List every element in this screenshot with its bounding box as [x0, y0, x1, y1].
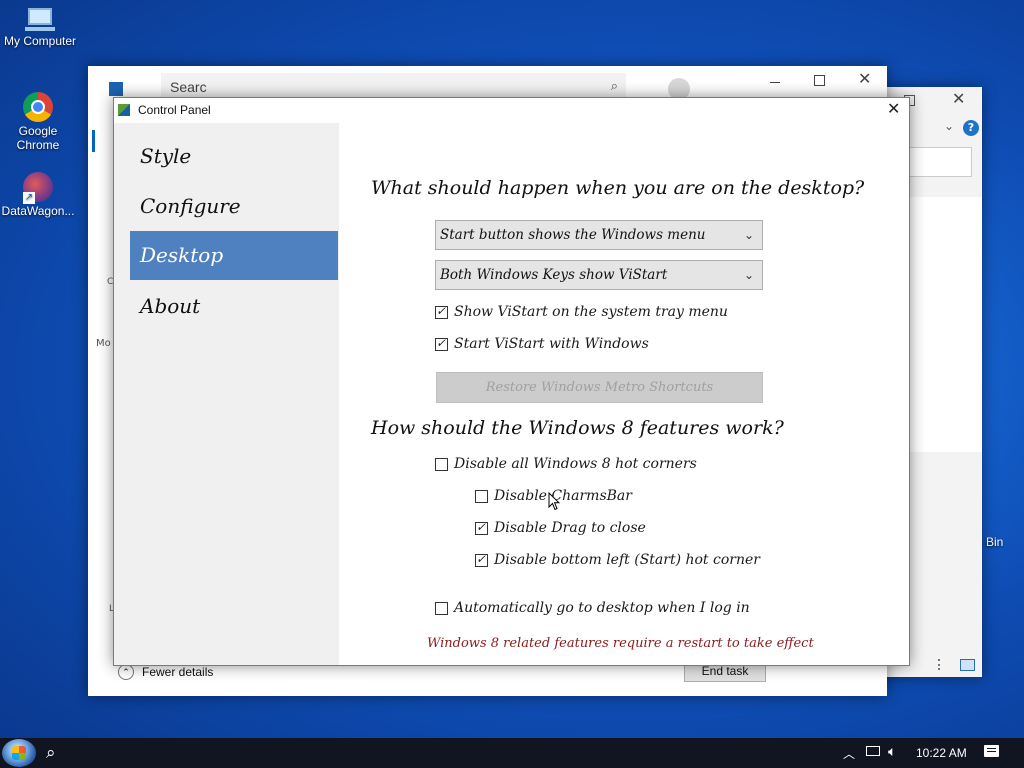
sidebar-label-mo: Mo	[96, 338, 111, 349]
action-center-lines	[987, 748, 996, 749]
show-tray-menu-option[interactable]: Show ViStart on the system tray menu	[435, 304, 728, 320]
sidebar-selected-indicator	[92, 130, 95, 152]
disable-hot-corners-checkbox[interactable]	[435, 457, 448, 471]
chevron-down-icon: ⌄	[743, 228, 754, 242]
disable-charmsbar-label: Disable CharmsBar	[494, 488, 632, 504]
taskbar: ⌕ ︿ 🔈︎ 10:22 AM	[0, 738, 1024, 768]
computer-icon	[25, 8, 55, 32]
help-icon[interactable]: ?	[963, 120, 979, 136]
desktop-icon-label: Google Chrome	[16, 124, 60, 152]
explorer-close-icon[interactable]: ✕	[952, 89, 965, 108]
nav-item-about[interactable]: About	[130, 282, 338, 331]
show-tray-menu-label: Show ViStart on the system tray menu	[454, 304, 728, 320]
search-icon: ⌕	[610, 79, 618, 94]
details-view-icon[interactable]	[938, 659, 954, 670]
nav-item-style[interactable]: Style	[130, 132, 338, 181]
network-icon[interactable]	[866, 746, 880, 756]
search-placeholder: Searc	[170, 79, 207, 95]
start-button-dropdown[interactable]: Start button shows the Windows menu ⌄	[435, 220, 763, 250]
show-hidden-icons-chevron-icon[interactable]: ︿	[843, 745, 855, 762]
windows8-features-heading: How should the Windows 8 features work?	[371, 417, 784, 439]
nav-item-desktop[interactable]: Desktop	[130, 231, 338, 280]
maximize-icon[interactable]	[814, 75, 825, 86]
nav-item-configure[interactable]: Configure	[130, 182, 338, 231]
control-panel-app-icon	[118, 104, 130, 116]
chevron-up-icon: ⌃	[118, 664, 134, 680]
control-panel-close-icon[interactable]: ✕	[887, 99, 900, 118]
show-tray-menu-checkbox[interactable]	[435, 304, 448, 319]
search-icon[interactable]: ⌕	[46, 743, 56, 763]
start-orb-button[interactable]	[2, 739, 36, 767]
start-with-windows-option[interactable]: Start ViStart with Windows	[435, 336, 649, 352]
desktop-icon-label: My Computer	[3, 34, 77, 48]
volume-icon[interactable]: 🔈︎	[888, 743, 896, 760]
disable-start-corner-label: Disable bottom left (Start) hot corner	[494, 552, 760, 568]
explorer-address-box[interactable]	[908, 147, 972, 177]
control-panel-titlebar[interactable]: Control Panel ✕	[114, 98, 909, 123]
windows-keys-dropdown-value: Both Windows Keys show ViStart	[440, 267, 668, 283]
auto-desktop-checkbox[interactable]	[435, 601, 448, 615]
disable-start-corner-checkbox[interactable]	[475, 552, 488, 567]
large-icons-view-icon[interactable]	[960, 659, 975, 671]
start-with-windows-label: Start ViStart with Windows	[454, 336, 649, 352]
minimize-icon[interactable]	[770, 82, 780, 83]
restore-metro-shortcuts-button[interactable]: Restore Windows Metro Shortcuts	[436, 372, 763, 403]
disable-drag-close-checkbox[interactable]	[475, 520, 488, 535]
task-manager-app-icon	[109, 82, 123, 96]
mouse-cursor-icon	[548, 492, 560, 511]
start-button-dropdown-value: Start button shows the Windows menu	[440, 227, 706, 243]
clock-time[interactable]: 10:22 AM	[916, 746, 967, 760]
disable-drag-close-label: Disable Drag to close	[494, 520, 646, 536]
action-center-icon[interactable]	[984, 745, 999, 757]
datawagon-shortcut-icon	[23, 172, 53, 204]
control-panel-title: Control Panel	[138, 103, 211, 117]
desktop-behavior-heading: What should happen when you are on the d…	[371, 177, 865, 199]
disable-drag-close-option[interactable]: Disable Drag to close	[475, 520, 646, 536]
desktop-icon-label: DataWagon...	[1, 204, 75, 218]
desktop-icon-datawagon[interactable]: DataWagon...	[0, 172, 78, 218]
fewer-details-label: Fewer details	[142, 665, 214, 679]
chrome-icon	[23, 92, 53, 122]
windows-logo-icon	[12, 746, 26, 760]
auto-desktop-label: Automatically go to desktop when I log i…	[454, 600, 750, 616]
disable-hot-corners-label: Disable all Windows 8 hot corners	[454, 456, 697, 472]
close-icon[interactable]: ✕	[858, 69, 871, 88]
desktop-icon-my-computer[interactable]: My Computer	[0, 8, 80, 48]
explorer-chevron-icon[interactable]: ⌄	[944, 119, 954, 133]
desktop-icon-google-chrome[interactable]: Google Chrome	[0, 92, 78, 152]
windows-keys-dropdown[interactable]: Both Windows Keys show ViStart ⌄	[435, 260, 763, 290]
chevron-down-icon: ⌄	[743, 268, 754, 282]
restart-notice: Windows 8 related features require a res…	[427, 636, 814, 651]
disable-charmsbar-checkbox[interactable]	[475, 489, 488, 503]
start-with-windows-checkbox[interactable]	[435, 336, 448, 351]
disable-start-corner-option[interactable]: Disable bottom left (Start) hot corner	[475, 552, 760, 568]
disable-hot-corners-option[interactable]: Disable all Windows 8 hot corners	[435, 456, 697, 472]
auto-desktop-option[interactable]: Automatically go to desktop when I log i…	[435, 600, 750, 616]
explorer-pane	[910, 197, 982, 452]
